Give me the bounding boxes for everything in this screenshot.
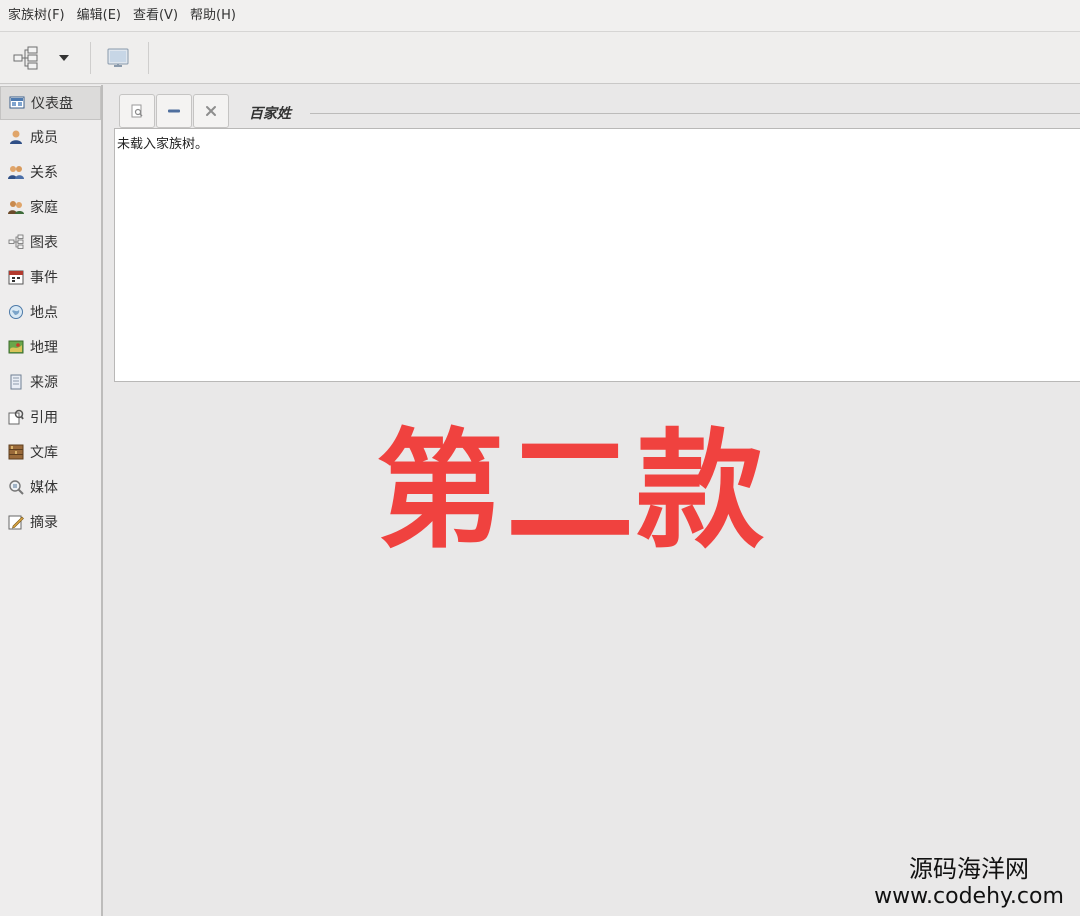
- sidebar-item-events[interactable]: 事件: [0, 260, 101, 294]
- sidebar-item-repositories[interactable]: 文库: [0, 435, 101, 469]
- sidebar-item-label: 家庭: [30, 200, 58, 216]
- repository-icon: [8, 444, 24, 460]
- sidebar-item-citations[interactable]: 引用: [0, 400, 101, 434]
- globe-icon: [9, 305, 23, 319]
- note-icon: [8, 515, 24, 530]
- sidebar-item-label: 媒体: [30, 480, 58, 496]
- person-icon: [10, 130, 22, 144]
- sidebar-item-label: 摘录: [30, 515, 58, 531]
- configure-view-button[interactable]: [100, 42, 136, 74]
- properties-icon: [131, 104, 143, 118]
- toolbar-separator: [148, 42, 149, 74]
- calendar-icon: [8, 270, 24, 285]
- menu-help[interactable]: 帮助(H): [186, 0, 244, 32]
- map-icon: [8, 340, 24, 354]
- sidebar-item-geography[interactable]: 地理: [0, 330, 101, 364]
- sidebar-item-label: 地理: [30, 340, 58, 356]
- sidebar-item-label: 引用: [30, 410, 58, 426]
- site-watermark: 源码海洋网 www.codehy.com: [864, 854, 1074, 910]
- sidebar-item-label: 成员: [30, 130, 58, 146]
- sidebar-item-notes[interactable]: 摘录: [0, 505, 101, 539]
- gramplet-close-button[interactable]: [193, 94, 229, 128]
- sidebar-item-media[interactable]: 媒体: [0, 470, 101, 504]
- sidebar-item-label: 仪表盘: [31, 96, 73, 112]
- sidebar-item-label: 关系: [30, 165, 58, 181]
- sidebar-item-people[interactable]: 成员: [0, 120, 101, 154]
- view-dropdown-button[interactable]: [52, 42, 76, 74]
- menu-family-tree[interactable]: 家族树(F): [4, 0, 73, 32]
- minimize-icon: [168, 109, 180, 113]
- overlay-caption: 第二款: [376, 417, 767, 566]
- dropdown-arrow-icon: [59, 55, 69, 61]
- navigator-sidebar: 仪表盘 成员 关系 家庭 图表 事件 地点 地理 来源 引用 文库 媒体 摘录: [0, 85, 103, 916]
- sidebar-item-label: 地点: [30, 305, 58, 321]
- sidebar-item-label: 文库: [30, 445, 58, 461]
- close-icon: [206, 106, 216, 116]
- watermark-url: www.codehy.com: [874, 884, 1064, 909]
- gramplet-content: 未载入家族树。: [114, 128, 1080, 382]
- gramplet-title: 百家姓: [249, 106, 291, 122]
- tree-view-icon: [13, 46, 38, 70]
- sidebar-item-label: 来源: [30, 375, 58, 391]
- family-icon: [8, 201, 24, 214]
- gramplet-title-divider: [310, 113, 1080, 114]
- gramplet-header: 百家姓: [115, 94, 1080, 130]
- menu-edit[interactable]: 编辑(E): [73, 0, 129, 32]
- relationships-icon: [8, 166, 24, 179]
- gramplet-status-text: 未载入家族树。: [117, 137, 209, 152]
- menu-view[interactable]: 查看(V): [129, 0, 186, 32]
- source-icon: [10, 374, 22, 390]
- sidebar-item-relationships[interactable]: 关系: [0, 155, 101, 189]
- gramplet-properties-button[interactable]: [119, 94, 155, 128]
- chart-icon: [8, 234, 24, 249]
- sidebar-item-charts[interactable]: 图表: [0, 225, 101, 259]
- sidebar-item-dashboard[interactable]: 仪表盘: [0, 86, 101, 120]
- toolbar-separator: [90, 42, 91, 74]
- sidebar-item-label: 图表: [30, 235, 58, 251]
- config-view-icon: [107, 48, 129, 67]
- sidebar-item-families[interactable]: 家庭: [0, 190, 101, 224]
- watermark-site-name: 源码海洋网: [909, 855, 1029, 883]
- sidebar-item-places[interactable]: 地点: [0, 295, 101, 329]
- dashboard-icon: [9, 96, 25, 109]
- menu-bar: 家族树(F) 编辑(E) 查看(V) 帮助(H): [0, 0, 1080, 32]
- sidebar-item-sources[interactable]: 来源: [0, 365, 101, 399]
- media-icon: [9, 480, 24, 495]
- citation-icon: [8, 409, 24, 425]
- gramplet-minimize-button[interactable]: [156, 94, 192, 128]
- tree-view-button[interactable]: [8, 42, 44, 74]
- sidebar-item-label: 事件: [30, 270, 58, 286]
- toolbar: [0, 32, 1080, 84]
